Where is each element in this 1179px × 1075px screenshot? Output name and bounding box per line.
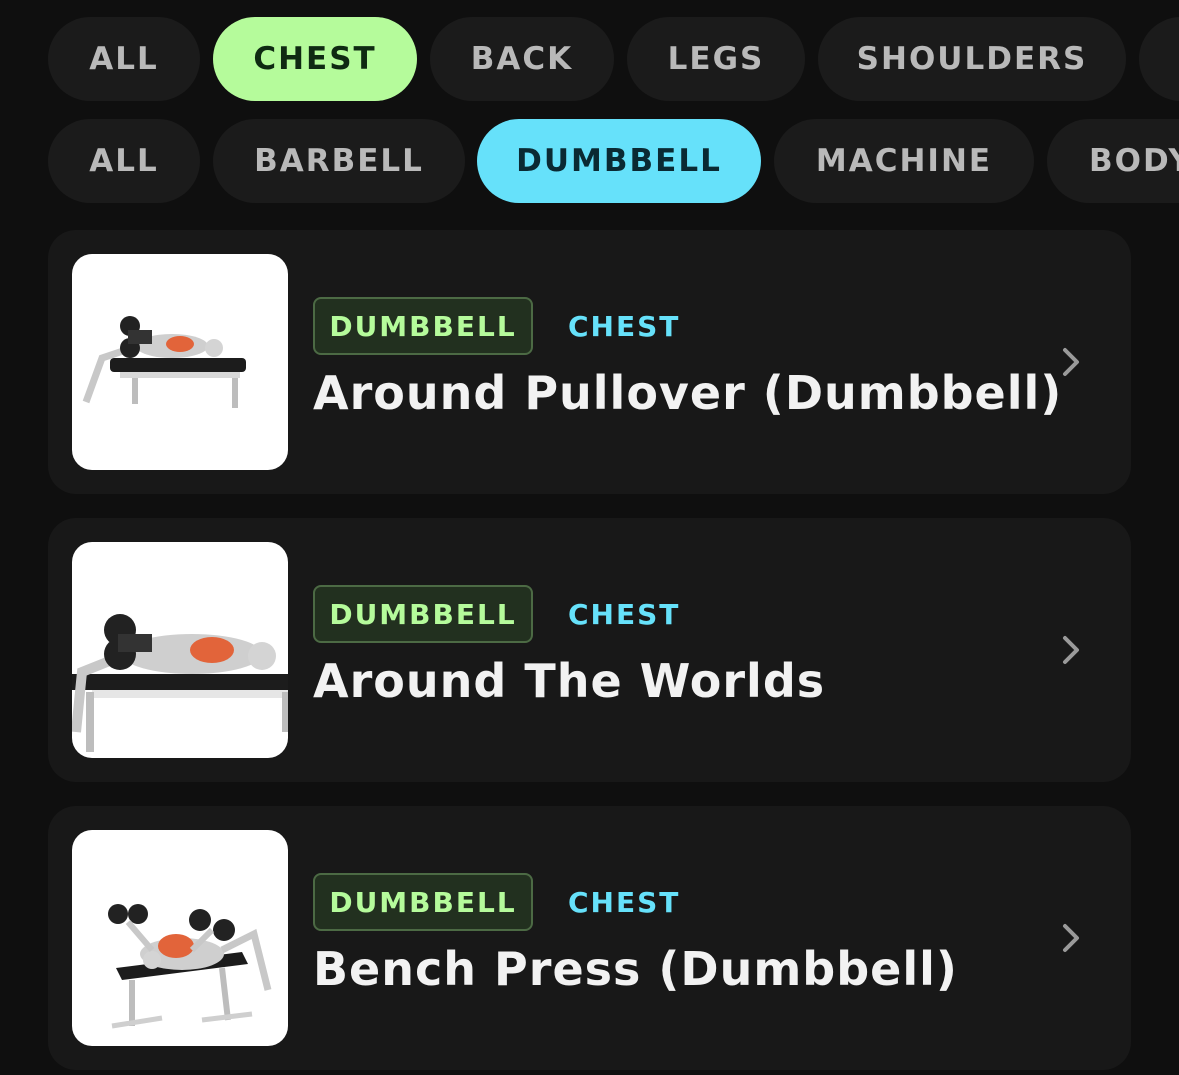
chevron-right-icon[interactable]	[1051, 342, 1091, 382]
equipment-chip-dumbbell[interactable]: DUMBBELL	[477, 119, 761, 203]
chevron-right-icon[interactable]	[1051, 630, 1091, 670]
equipment-tag: DUMBBELL	[313, 585, 533, 643]
exercise-card[interactable]: DUMBBELL CHEST Around Pullover (Dumbbell…	[48, 230, 1131, 494]
equipment-chip-body[interactable]: BODY	[1047, 119, 1179, 203]
muscle-chip-legs[interactable]: LEGS	[627, 17, 805, 101]
muscle-chip-chest[interactable]: CHEST	[213, 17, 417, 101]
exercise-thumbnail-image	[72, 254, 288, 470]
exercise-card[interactable]: DUMBBELL CHEST Around The Worlds	[48, 518, 1131, 782]
exercise-name: Around Pullover (Dumbbell)	[313, 366, 1063, 420]
exercise-card[interactable]: DUMBBELL CHEST Bench Press (Dumbbell)	[48, 806, 1131, 1070]
muscle-chip-back[interactable]: BACK	[430, 17, 614, 101]
muscle-chip-all[interactable]: ALL	[48, 17, 200, 101]
muscle-chip-more[interactable]	[1139, 17, 1179, 101]
equipment-chip-machine[interactable]: MACHINE	[774, 119, 1034, 203]
exercise-name: Around The Worlds	[313, 654, 826, 708]
equipment-filter-row: ALL BARBELL DUMBBELL MACHINE BODY	[0, 119, 1179, 203]
exercise-name: Bench Press (Dumbbell)	[313, 942, 958, 996]
equipment-tag: DUMBBELL	[313, 873, 533, 931]
equipment-tag: DUMBBELL	[313, 297, 533, 355]
equipment-chip-barbell[interactable]: BARBELL	[213, 119, 465, 203]
muscle-chip-shoulders[interactable]: SHOULDERS	[818, 17, 1126, 101]
muscle-filter-row: ALL CHEST BACK LEGS SHOULDERS	[0, 17, 1179, 101]
exercise-thumbnail-image	[72, 830, 288, 1046]
exercise-thumbnail-image	[72, 542, 288, 758]
muscle-tag: CHEST	[568, 885, 681, 919]
equipment-chip-all[interactable]: ALL	[48, 119, 200, 203]
muscle-tag: CHEST	[568, 309, 681, 343]
chevron-right-icon[interactable]	[1051, 918, 1091, 958]
muscle-tag: CHEST	[568, 597, 681, 631]
